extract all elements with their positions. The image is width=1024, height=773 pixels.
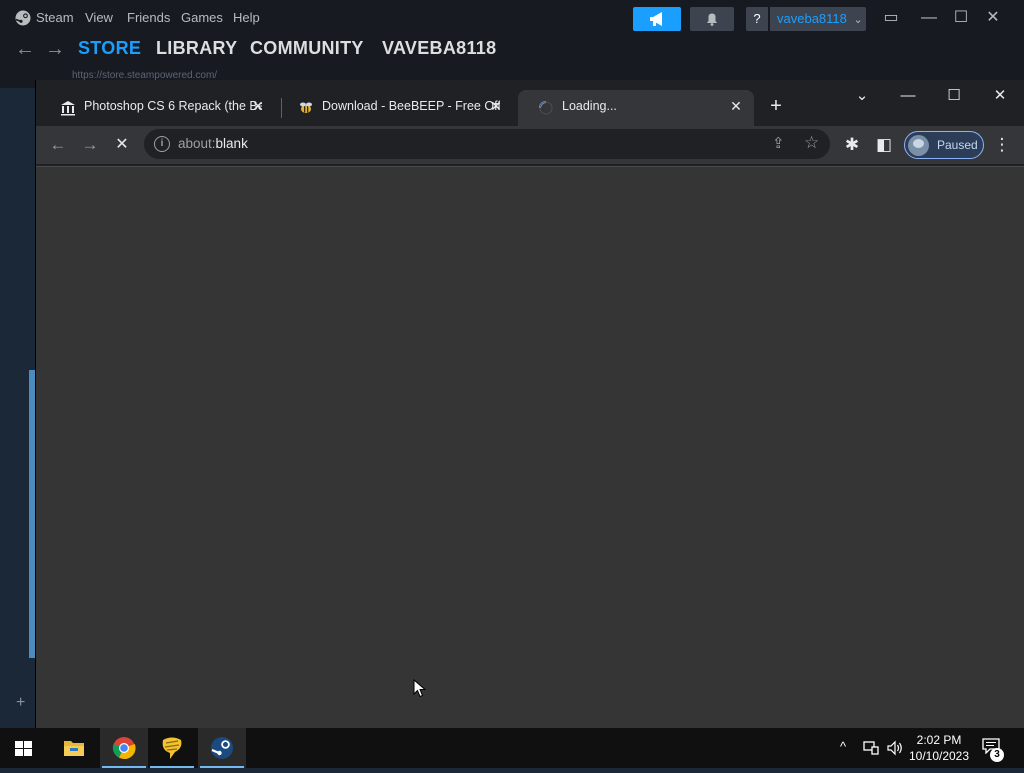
chrome-window: Photoshop CS 6 Repack (the Bes ✕ Downloa… [35, 80, 1024, 728]
tab-beebeep[interactable]: Download - BeeBEEP - Free Offic ✕ [278, 90, 514, 126]
chrome-icon [112, 737, 136, 760]
profile-avatar [908, 135, 929, 156]
steam-maximize-button[interactable]: ☐ [948, 6, 974, 30]
chrome-minimize-button[interactable]: — [893, 84, 923, 108]
add-game-button[interactable]: + [16, 694, 25, 712]
chrome-maximize-button[interactable]: ☐ [939, 84, 969, 108]
tab-close-icon[interactable]: ✕ [250, 98, 266, 114]
steam-forward-arrow-icon[interactable]: → [45, 38, 65, 61]
tray-overflow-chevron-icon[interactable]: ^ [840, 739, 846, 754]
new-tab-button[interactable]: + [764, 94, 788, 118]
steam-titlebar: Steam View Friends Games Help ? vaveba81… [0, 0, 1024, 36]
tab-close-icon[interactable]: ✕ [728, 98, 744, 114]
announcements-button[interactable] [633, 7, 681, 31]
taskbar-chrome[interactable] [100, 728, 148, 768]
taskbar-file-explorer[interactable] [50, 728, 98, 768]
tab-title: Photoshop CS 6 Repack (the Bes [84, 99, 262, 113]
stop-loading-icon[interactable]: ✕ [110, 133, 134, 157]
bell-icon [707, 13, 717, 26]
taskbar-steam[interactable] [198, 728, 246, 768]
file-explorer-icon [64, 741, 84, 756]
volume-icon[interactable] [886, 740, 904, 756]
chrome-toolbar: ← → ✕ i about:blank ⇪ ☆ ✱ ◧ Paused ⋮ [36, 126, 1024, 164]
extensions-puzzle-icon[interactable]: ✱ [840, 133, 864, 157]
steam-nav-community[interactable]: COMMUNITY [250, 38, 364, 59]
url-host: blank [215, 136, 248, 151]
tab-photoshop[interactable]: Photoshop CS 6 Repack (the Bes ✕ [40, 90, 276, 126]
share-icon[interactable]: ⇪ [772, 134, 785, 152]
chrome-close-button[interactable]: ✕ [985, 84, 1015, 108]
account-username: vaveba8118 [777, 11, 847, 26]
url-scheme: about: [178, 136, 216, 151]
loading-spinner-icon [538, 100, 554, 116]
steam-nav-profile[interactable]: VAVEBA8118 [382, 38, 496, 59]
big-picture-button[interactable]: ▭ [878, 6, 904, 30]
windows-taskbar: ^ 2:02 PM 10/10/2023 3 [0, 728, 1024, 768]
steam-icon [211, 737, 233, 759]
steam-close-button[interactable]: ✕ [980, 6, 1006, 30]
info-icon[interactable]: i [154, 136, 170, 152]
page-content-blank[interactable] [36, 166, 1024, 728]
notifications-button[interactable] [690, 7, 734, 31]
steam-content-edge [0, 88, 35, 728]
steam-nav-store[interactable]: STORE [78, 38, 141, 59]
steam-logo-icon [15, 10, 31, 26]
tab-search-button[interactable]: ⌄ [847, 84, 877, 108]
profile-button[interactable]: Paused [904, 131, 984, 159]
profile-status-label: Paused [937, 138, 978, 152]
beebeep-icon [162, 737, 182, 759]
steam-minimize-button[interactable]: — [916, 6, 942, 30]
forward-arrow-icon[interactable]: → [78, 133, 102, 157]
back-arrow-icon[interactable]: ← [46, 133, 70, 157]
bee-icon [298, 100, 314, 116]
bookmark-star-icon[interactable]: ☆ [804, 133, 819, 153]
start-button[interactable] [0, 728, 48, 768]
help-button[interactable]: ? [746, 7, 768, 31]
steam-nav-library[interactable]: LIBRARY [156, 38, 237, 59]
steam-navbar: ← → STORE LIBRARY COMMUNITY VAVEBA8118 [0, 36, 1024, 64]
mouse-cursor-icon [413, 679, 427, 698]
steam-menu-help[interactable]: Help [233, 10, 260, 25]
steam-menu-friends[interactable]: Friends [127, 10, 170, 25]
clock-date[interactable]: 10/10/2023 [906, 749, 972, 763]
address-bar-url[interactable]: about:blank [178, 136, 248, 151]
side-panel-icon[interactable]: ◧ [872, 133, 896, 157]
windows-start-icon [15, 741, 32, 756]
chrome-menu-icon[interactable]: ⋮ [990, 133, 1014, 157]
chrome-tabstrip: Photoshop CS 6 Repack (the Bes ✕ Downloa… [36, 80, 1024, 126]
steam-menu-games[interactable]: Games [181, 10, 223, 25]
address-bar[interactable]: i about:blank ⇪ ☆ [144, 129, 830, 159]
tab-title: Loading... [562, 99, 617, 113]
account-menu-button[interactable]: vaveba8118 ⌄ [770, 7, 866, 31]
chevron-down-icon: ⌄ [853, 14, 863, 26]
bank-icon [60, 100, 76, 116]
clock-time[interactable]: 2:02 PM [906, 733, 972, 747]
network-icon[interactable] [863, 740, 879, 756]
notification-count-badge: 3 [990, 748, 1004, 762]
taskbar-beebeep[interactable] [148, 728, 196, 768]
steam-back-arrow-icon[interactable]: ← [15, 38, 35, 61]
megaphone-icon [650, 12, 662, 26]
steam-menu-steam[interactable]: Steam [36, 10, 74, 25]
steam-menu-view[interactable]: View [85, 10, 113, 25]
tab-title: Download - BeeBEEP - Free Offic [322, 99, 500, 113]
tab-close-icon[interactable]: ✕ [488, 98, 504, 114]
tab-loading[interactable]: Loading... ✕ [518, 90, 754, 126]
